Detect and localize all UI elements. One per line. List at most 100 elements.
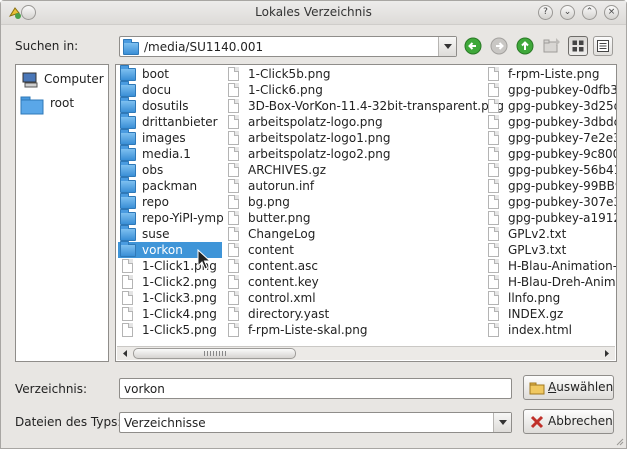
file-item[interactable]: gpg-pubkey-7e2e3b bbox=[484, 130, 617, 146]
forward-arrow-icon[interactable] bbox=[490, 37, 508, 55]
item-label: docu bbox=[142, 83, 172, 97]
directory-input[interactable] bbox=[119, 378, 512, 399]
file-item[interactable]: H-Blau-Animation-B bbox=[484, 258, 617, 274]
open-folder-icon bbox=[529, 382, 545, 395]
look-in-combo[interactable]: /media/SU1140.001 bbox=[119, 36, 457, 57]
close-button[interactable]: × bbox=[604, 5, 619, 20]
file-item[interactable]: ChangeLog bbox=[224, 226, 482, 242]
folder-item[interactable]: obs bbox=[118, 161, 222, 178]
file-item[interactable]: GPLv3.txt bbox=[484, 242, 616, 258]
resize-grip-icon[interactable] bbox=[614, 436, 624, 446]
folder-item[interactable]: repo-YiPI-ymp bbox=[118, 209, 224, 226]
file-item[interactable]: index.html bbox=[484, 322, 616, 338]
folder-icon bbox=[120, 193, 136, 209]
directory-label: Verzeichnis: bbox=[15, 382, 88, 396]
folder-item[interactable]: media.1 bbox=[118, 145, 222, 162]
horizontal-scrollbar[interactable] bbox=[117, 346, 615, 360]
scroll-right-icon[interactable] bbox=[601, 348, 613, 359]
file-item[interactable]: control.xml bbox=[224, 290, 482, 306]
scrollbar-thumb[interactable] bbox=[133, 348, 296, 359]
file-item[interactable]: bg.png bbox=[224, 194, 482, 210]
file-icon bbox=[488, 259, 499, 273]
file-item[interactable]: gpg-pubkey-a19122 bbox=[484, 210, 616, 226]
file-item[interactable]: arbeitspolatz-logo2.png bbox=[224, 146, 482, 162]
file-icon bbox=[488, 275, 499, 289]
item-label: boot bbox=[142, 67, 170, 81]
sidebar-item-computer[interactable]: Computer bbox=[20, 69, 106, 91]
file-item[interactable]: 1-Click4.png bbox=[118, 306, 222, 322]
file-item[interactable]: gpg-pubkey-0dfb31 bbox=[484, 82, 616, 98]
folder-item[interactable]: images bbox=[118, 129, 222, 146]
directory-input-field[interactable] bbox=[120, 379, 511, 398]
places-sidebar: Computer root bbox=[15, 64, 109, 362]
file-item[interactable]: 1-Click3.png bbox=[118, 290, 222, 306]
folder-icon bbox=[120, 225, 136, 241]
file-icon bbox=[228, 243, 239, 257]
file-icon bbox=[488, 211, 499, 225]
file-type-combo[interactable]: Verzeichnisse bbox=[119, 412, 512, 433]
file-item[interactable]: arbeitspolatz-logo.png bbox=[224, 114, 482, 130]
maximize-button[interactable]: ⌃ bbox=[582, 5, 597, 20]
chevron-down-icon[interactable] bbox=[493, 413, 511, 432]
folder-item[interactable]: packman bbox=[118, 177, 222, 194]
file-icon bbox=[488, 99, 499, 113]
file-item[interactable]: gpg-pubkey-3d25d3 bbox=[484, 98, 616, 114]
file-item[interactable]: H-Blau-Dreh-Anima bbox=[484, 274, 616, 290]
file-item[interactable]: gpg-pubkey-9c800a bbox=[484, 146, 616, 162]
folder-item[interactable]: suse bbox=[118, 225, 222, 242]
file-item[interactable]: 1-Click5b.png bbox=[224, 66, 482, 82]
chevron-down-icon[interactable] bbox=[438, 37, 456, 56]
file-item[interactable]: 1-Click6.png bbox=[224, 82, 482, 98]
file-item[interactable]: gpg-pubkey-3dbdc2 bbox=[484, 114, 616, 130]
file-item[interactable]: gpg-pubkey-99BB9 bbox=[484, 178, 616, 194]
cancel-button[interactable]: Abbrechen bbox=[523, 409, 614, 434]
file-item[interactable]: f-rpm-Liste-skal.png bbox=[224, 322, 482, 338]
file-icon bbox=[488, 291, 499, 305]
minimize-button[interactable]: ⌄ bbox=[560, 5, 575, 20]
folder-item[interactable]: repo bbox=[118, 193, 222, 210]
file-item[interactable]: llnfo.png bbox=[484, 290, 616, 306]
folder-item[interactable]: dosutils bbox=[118, 97, 222, 114]
list-view-icon bbox=[597, 40, 609, 52]
file-list[interactable]: boot docu dosutils drittanbieter images media… bbox=[115, 64, 617, 362]
file-item[interactable]: directory.yast bbox=[224, 306, 482, 322]
detail-view-button[interactable] bbox=[593, 36, 613, 56]
folder-item[interactable]: drittanbieter bbox=[118, 113, 222, 130]
help-button[interactable]: ? bbox=[538, 5, 553, 20]
file-item[interactable]: content.asc bbox=[224, 258, 482, 274]
file-item[interactable]: f-rpm-Liste.png bbox=[484, 66, 616, 82]
cancel-icon bbox=[530, 415, 544, 429]
folder-item[interactable]: boot bbox=[118, 65, 222, 82]
file-item[interactable]: content.key bbox=[224, 274, 482, 290]
file-item[interactable]: gpg-pubkey-307e3d bbox=[484, 194, 616, 210]
folder-item[interactable]: docu bbox=[118, 81, 222, 98]
choose-button[interactable]: Auswählen bbox=[523, 375, 614, 400]
new-folder-icon[interactable] bbox=[542, 37, 562, 55]
back-arrow-icon[interactable] bbox=[464, 37, 482, 55]
file-item[interactable]: arbeitspolatz-logo1.png bbox=[224, 130, 482, 146]
file-icon bbox=[122, 323, 133, 337]
item-label: H-Blau-Animation-B bbox=[508, 259, 617, 273]
file-item[interactable]: content bbox=[224, 242, 482, 258]
scroll-left-icon[interactable] bbox=[119, 348, 131, 359]
file-item[interactable]: 3D-Box-VorKon-11.4-32bit-transparent.png bbox=[224, 98, 504, 114]
folder-icon bbox=[120, 161, 136, 177]
file-icon bbox=[488, 83, 499, 97]
file-item[interactable]: ARCHIVES.gz bbox=[224, 162, 482, 178]
sidebar-item-label: Computer bbox=[44, 72, 104, 86]
file-column: 1-Click5b.png 1-Click6.png 3D-Box-VorKon-1… bbox=[224, 66, 504, 338]
file-item[interactable]: INDEX.gz bbox=[484, 306, 616, 322]
file-item[interactable]: butter.png bbox=[224, 210, 482, 226]
title-bar[interactable]: Lokales Verzeichnis ? ⌄ ⌃ × bbox=[1, 1, 626, 25]
up-arrow-icon[interactable] bbox=[516, 37, 534, 55]
file-item[interactable]: gpg-pubkey-56b417 bbox=[484, 162, 616, 178]
file-icon bbox=[488, 179, 499, 193]
sidebar-item-root[interactable]: root bbox=[20, 93, 106, 117]
file-item[interactable]: 1-Click2.png bbox=[118, 274, 222, 290]
item-label: gpg-pubkey-7e2e3b bbox=[508, 131, 617, 145]
file-item[interactable]: 1-Click5.png bbox=[118, 322, 222, 338]
file-item[interactable]: GPLv2.txt bbox=[484, 226, 616, 242]
item-label: content.asc bbox=[248, 259, 318, 273]
file-item[interactable]: autorun.inf bbox=[224, 178, 482, 194]
icon-view-button[interactable] bbox=[568, 36, 588, 56]
